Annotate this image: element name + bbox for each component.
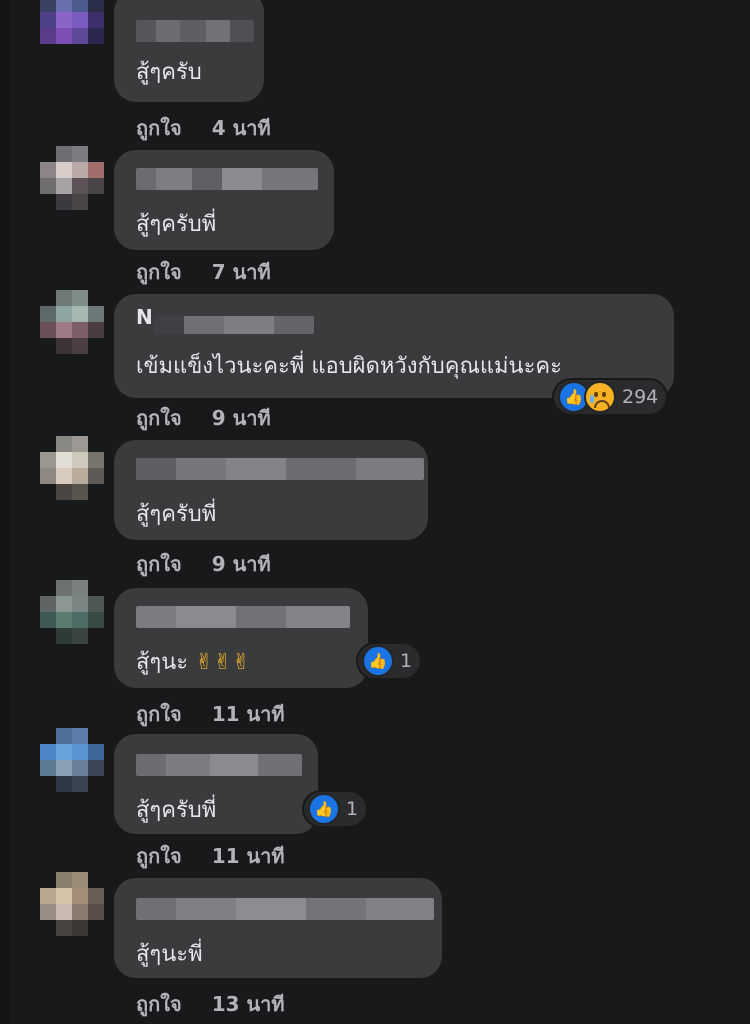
author-name-blurred[interactable] [136,754,302,776]
timestamp[interactable]: 13 นาที [212,992,285,1016]
comment-bubble: สู้ๆครับพี่ [114,440,428,540]
timestamp[interactable]: 11 นาที [212,702,285,726]
comment-bubble: สู้ๆครับพี่ [114,734,318,834]
comment-meta: ถูกใจ 13 นาที [136,988,285,1020]
comment-text: สู้ๆครับ [136,60,202,85]
comment-bubble: สู้ๆนะพี่ [114,878,442,978]
thumbs-up-icon: 👍 [308,793,340,825]
timestamp[interactable]: 7 นาที [212,260,271,284]
thumbs-up-icon: 👍 [362,645,394,677]
avatar[interactable] [40,436,104,500]
like-link[interactable]: ถูกใจ [136,260,182,284]
avatar[interactable] [40,728,104,792]
avatar[interactable] [40,290,104,354]
author-name-blurred[interactable] [136,606,350,628]
like-link[interactable]: ถูกใจ [136,702,182,726]
comment-text: สู้ๆครับพี่ [136,798,217,823]
author-name-initial[interactable]: N [136,305,153,329]
author-name-blurred[interactable] [136,20,254,42]
avatar[interactable] [40,146,104,210]
comment-meta: ถูกใจ 11 นาที [136,840,285,872]
comment-meta: ถูกใจ 9 นาที [136,402,271,434]
comment-bubble: สู้ๆนะ ✌✌✌ [114,588,368,688]
like-link[interactable]: ถูกใจ [136,992,182,1016]
comment-bubble: สู้ๆครับพี่ [114,150,334,250]
timestamp[interactable]: 9 นาที [212,406,271,430]
like-link[interactable]: ถูกใจ [136,116,182,140]
reaction-count: 294 [622,386,659,408]
sad-face-icon [584,381,616,413]
comment-meta: ถูกใจ 9 นาที [136,548,271,580]
author-name-blurred[interactable] [136,898,434,920]
timestamp[interactable]: 9 นาที [212,552,271,576]
reaction-summary[interactable]: 👍 1 [304,792,367,826]
timestamp[interactable]: 4 นาที [212,116,271,140]
comment-meta: ถูกใจ 7 นาที [136,256,271,288]
comment-text: สู้ๆครับพี่ [136,212,217,237]
comment-text: เข้มแข็งไวนะคะพี่ แอบผิดหวังกับคุณแม่นะค… [136,354,562,379]
like-link[interactable]: ถูกใจ [136,844,182,868]
like-link[interactable]: ถูกใจ [136,406,182,430]
reaction-count: 1 [346,798,359,820]
comment-bubble: สู้ๆครับ [114,0,264,102]
comment-meta: ถูกใจ 11 นาที [136,698,285,730]
timestamp[interactable]: 11 นาที [212,844,285,868]
author-name-blurred[interactable] [154,316,314,334]
comment-text-body: สู้ๆนะ [136,650,189,675]
reaction-count: 1 [400,650,413,672]
victory-hand-emoji: ✌✌✌ [195,650,251,675]
comment-text: สู้ๆนะพี่ [136,942,203,967]
author-name-blurred[interactable] [136,458,424,480]
reaction-summary[interactable]: 👍 1 [358,644,421,678]
comment-text: สู้ๆนะ ✌✌✌ [136,644,250,679]
comment-text: สู้ๆครับพี่ [136,502,217,527]
avatar[interactable] [40,580,104,644]
page-left-edge [0,0,10,1024]
comment-meta: ถูกใจ 4 นาที [136,112,271,144]
like-link[interactable]: ถูกใจ [136,552,182,576]
author-name-blurred[interactable] [136,168,318,190]
avatar[interactable] [40,872,104,936]
reaction-summary[interactable]: 👍 294 [554,380,667,414]
avatar[interactable] [40,0,104,60]
